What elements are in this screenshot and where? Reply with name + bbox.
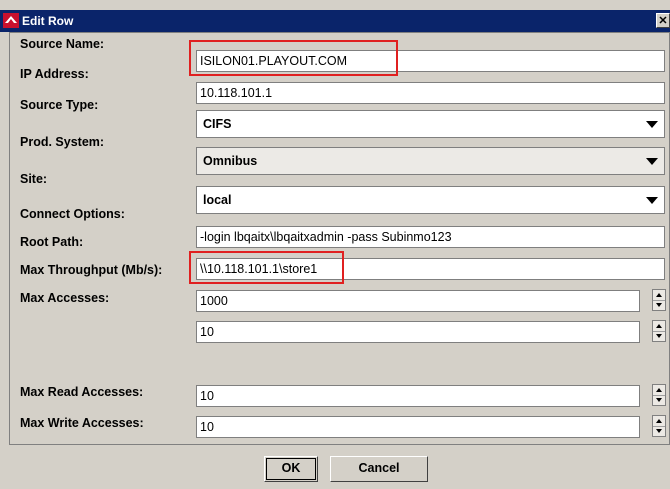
max-write-accesses-spinner[interactable] bbox=[652, 415, 666, 437]
source-type-select[interactable]: CIFS bbox=[196, 110, 665, 138]
source-type-label: Source Type: bbox=[20, 98, 99, 112]
max-read-accesses-spinner[interactable] bbox=[652, 384, 666, 406]
app-logo-icon bbox=[3, 13, 19, 28]
max-throughput-label: Max Throughput (Mb/s): bbox=[20, 263, 163, 277]
site-select[interactable]: local bbox=[196, 186, 665, 214]
dialog-title: Edit Row bbox=[22, 14, 74, 28]
max-accesses-spinner[interactable] bbox=[652, 320, 666, 342]
root-path-label: Root Path: bbox=[20, 235, 84, 249]
ip-address-label: IP Address: bbox=[20, 67, 89, 81]
ip-address-input[interactable]: 10.118.101.1 bbox=[196, 82, 665, 104]
chevron-down-icon[interactable] bbox=[646, 121, 658, 128]
chevron-down-icon[interactable] bbox=[646, 158, 658, 165]
cancel-button[interactable]: Cancel bbox=[330, 456, 428, 482]
prod-system-label: Prod. System: bbox=[20, 135, 105, 149]
connect-options-label: Connect Options: bbox=[20, 207, 125, 221]
source-type-value: CIFS bbox=[203, 117, 232, 131]
connect-options-input[interactable]: -login lbqaitx\lbqaitxadmin -pass Subinm… bbox=[196, 226, 665, 248]
max-accesses-input[interactable]: 10 bbox=[196, 321, 640, 343]
site-value: local bbox=[203, 193, 232, 207]
title-bar[interactable]: Edit Row ✕ bbox=[0, 10, 670, 32]
prod-system-select[interactable]: Omnibus bbox=[196, 147, 665, 175]
max-write-accesses-label: Max Write Accesses: bbox=[20, 416, 144, 430]
site-label: Site: bbox=[20, 172, 48, 186]
spin-down-icon[interactable] bbox=[653, 426, 665, 436]
max-throughput-spinner[interactable] bbox=[652, 289, 666, 311]
max-read-accesses-input[interactable]: 10 bbox=[196, 385, 640, 407]
max-read-accesses-label: Max Read Accesses: bbox=[20, 385, 144, 399]
spin-down-icon[interactable] bbox=[653, 331, 665, 341]
max-write-accesses-input[interactable]: 10 bbox=[196, 416, 640, 438]
root-path-input[interactable]: \\10.118.101.1\store1 bbox=[196, 258, 665, 280]
spin-down-icon[interactable] bbox=[653, 300, 665, 310]
spin-down-icon[interactable] bbox=[653, 395, 665, 405]
close-button[interactable]: ✕ bbox=[656, 13, 670, 28]
max-throughput-input[interactable]: 1000 bbox=[196, 290, 640, 312]
edit-row-dialog: Edit Row ✕ Source Name: ISILON01.PLAYOUT… bbox=[0, 0, 670, 489]
close-icon: ✕ bbox=[658, 15, 668, 27]
prod-system-value: Omnibus bbox=[203, 154, 258, 168]
max-accesses-label: Max Accesses: bbox=[20, 291, 110, 305]
chevron-down-icon[interactable] bbox=[646, 197, 658, 204]
ok-button[interactable]: OK bbox=[264, 456, 318, 482]
source-name-label: Source Name: bbox=[20, 37, 105, 51]
source-name-input[interactable]: ISILON01.PLAYOUT.COM bbox=[196, 50, 665, 72]
